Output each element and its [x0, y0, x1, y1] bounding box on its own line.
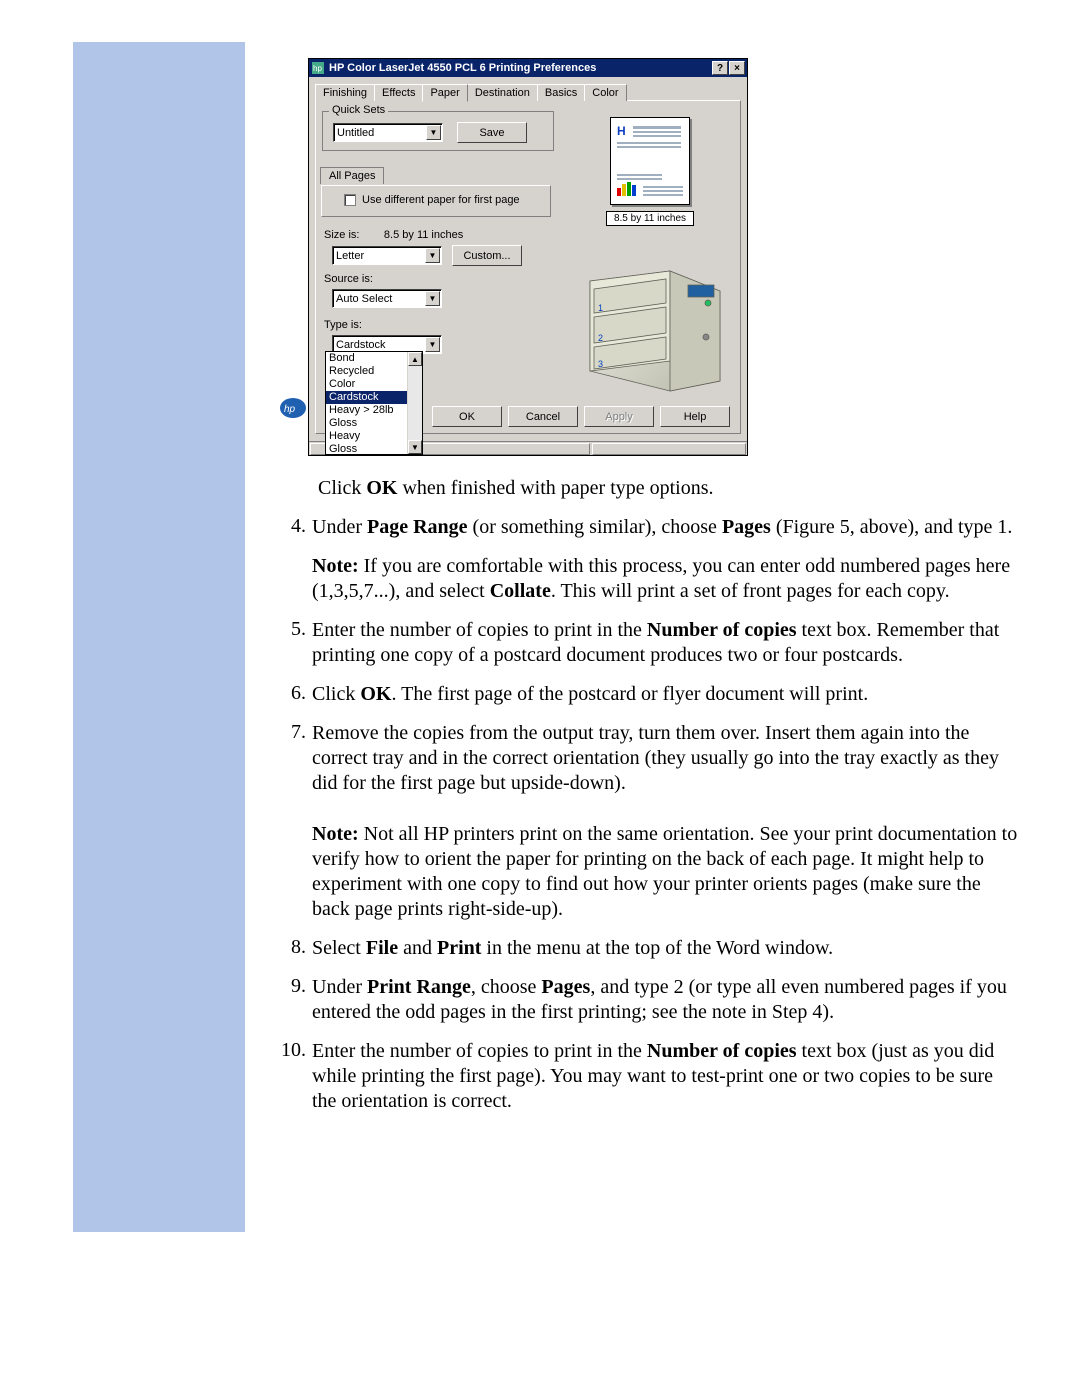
close-button[interactable]: ×: [729, 61, 745, 75]
all-pages-subtab[interactable]: All Pages: [320, 167, 384, 184]
printer-illustration-icon: 1 2 3: [570, 241, 730, 401]
step-7: 7. Remove the copies from the output tra…: [280, 721, 1020, 922]
step-9: 9. Under Print Range, choose Pages, and …: [280, 975, 1020, 1025]
apply-button[interactable]: Apply: [584, 406, 654, 427]
quick-sets-select[interactable]: Untitled ▼: [333, 123, 443, 142]
chevron-down-icon: ▼: [426, 125, 441, 140]
quick-sets-group: Quick Sets Untitled ▼ Save: [322, 111, 554, 151]
cancel-button[interactable]: Cancel: [508, 406, 578, 427]
instruction-text: Click OK when finished with paper type o…: [280, 476, 1020, 1114]
main-content: hp HP Color LaserJet 4550 PCL 6 Printing…: [280, 58, 1020, 1128]
use-different-paper-label: Use different paper for first page: [362, 194, 520, 206]
chevron-down-icon: ▼: [425, 337, 440, 352]
step-6: 6. Click OK. The first page of the postc…: [280, 682, 1020, 707]
source-select[interactable]: Auto Select ▼: [332, 289, 442, 308]
type-label: Type is:: [324, 319, 362, 331]
size-select[interactable]: Letter ▼: [332, 246, 442, 265]
preview-size-label: 8.5 by 11 inches: [606, 211, 694, 226]
size-label-row: Size is: 8.5 by 11 inches: [324, 229, 463, 241]
printing-preferences-dialog: hp HP Color LaserJet 4550 PCL 6 Printing…: [308, 58, 748, 456]
dialog-body: Finishing Effects Paper Destination Basi…: [309, 77, 747, 455]
step-8: 8. Select File and Print in the menu at …: [280, 936, 1020, 961]
type-select-value: Cardstock: [336, 339, 386, 351]
page-preview-icon: H: [610, 117, 690, 205]
dialog-titlebar: hp HP Color LaserJet 4550 PCL 6 Printing…: [309, 59, 747, 77]
help-settings-button[interactable]: Help: [660, 406, 730, 427]
page-preview-area: H: [570, 117, 730, 226]
use-different-paper-checkbox[interactable]: [344, 194, 356, 206]
scroll-down-icon[interactable]: ▼: [408, 440, 422, 454]
quick-sets-value: Untitled: [337, 127, 374, 139]
tab-color[interactable]: Color: [584, 84, 626, 101]
tab-paper[interactable]: Paper: [422, 84, 467, 102]
left-sidebar-band: [73, 42, 245, 1232]
svg-text:3: 3: [598, 359, 603, 369]
scroll-up-icon[interactable]: ▲: [408, 352, 422, 366]
source-label: Source is:: [324, 273, 373, 285]
dialog-button-row: OK Cancel Apply Help: [432, 406, 730, 427]
titlebar-buttons: ? ×: [712, 61, 745, 75]
size-label: Size is:: [324, 229, 359, 241]
tab-effects[interactable]: Effects: [374, 84, 423, 101]
quick-sets-legend: Quick Sets: [329, 104, 388, 116]
hp-badge-icon: hp: [279, 397, 307, 419]
svg-text:1: 1: [598, 303, 603, 313]
tab-basics[interactable]: Basics: [537, 84, 585, 101]
chevron-down-icon: ▼: [425, 291, 440, 306]
dropdown-scrollbar[interactable]: ▲ ▼: [407, 352, 422, 454]
svg-text:hp: hp: [284, 404, 296, 415]
tab-destination[interactable]: Destination: [467, 84, 538, 101]
ok-button[interactable]: OK: [432, 406, 502, 427]
use-different-paper-row: Use different paper for first page: [344, 194, 520, 206]
tab-strip: Finishing Effects Paper Destination Basi…: [315, 81, 741, 101]
help-button[interactable]: ?: [712, 61, 728, 75]
step-5: 5. Enter the number of copies to print i…: [280, 618, 1020, 668]
size-select-value: Letter: [336, 250, 364, 262]
save-button[interactable]: Save: [457, 122, 527, 143]
screenshot-figure: hp HP Color LaserJet 4550 PCL 6 Printing…: [308, 58, 748, 456]
source-select-value: Auto Select: [336, 293, 392, 305]
intro-line: Click OK when finished with paper type o…: [318, 476, 1020, 501]
step-10: 10. Enter the number of copies to print …: [280, 1039, 1020, 1114]
chevron-down-icon: ▼: [425, 248, 440, 263]
step-4: 4. Under Page Range (or something simila…: [280, 515, 1020, 604]
type-dropdown-list[interactable]: Bond Recycled Color Cardstock Heavy > 28…: [325, 351, 423, 455]
svg-text:2: 2: [598, 333, 603, 343]
size-value: 8.5 by 11 inches: [384, 229, 463, 241]
hp-logo-icon: hp: [311, 61, 325, 75]
all-pages-panel: Use different paper for first page: [321, 185, 551, 217]
custom-size-button[interactable]: Custom...: [452, 245, 522, 266]
svg-text:hp: hp: [313, 64, 322, 73]
dialog-title: HP Color LaserJet 4550 PCL 6 Printing Pr…: [329, 62, 712, 74]
tab-finishing[interactable]: Finishing: [315, 84, 375, 101]
